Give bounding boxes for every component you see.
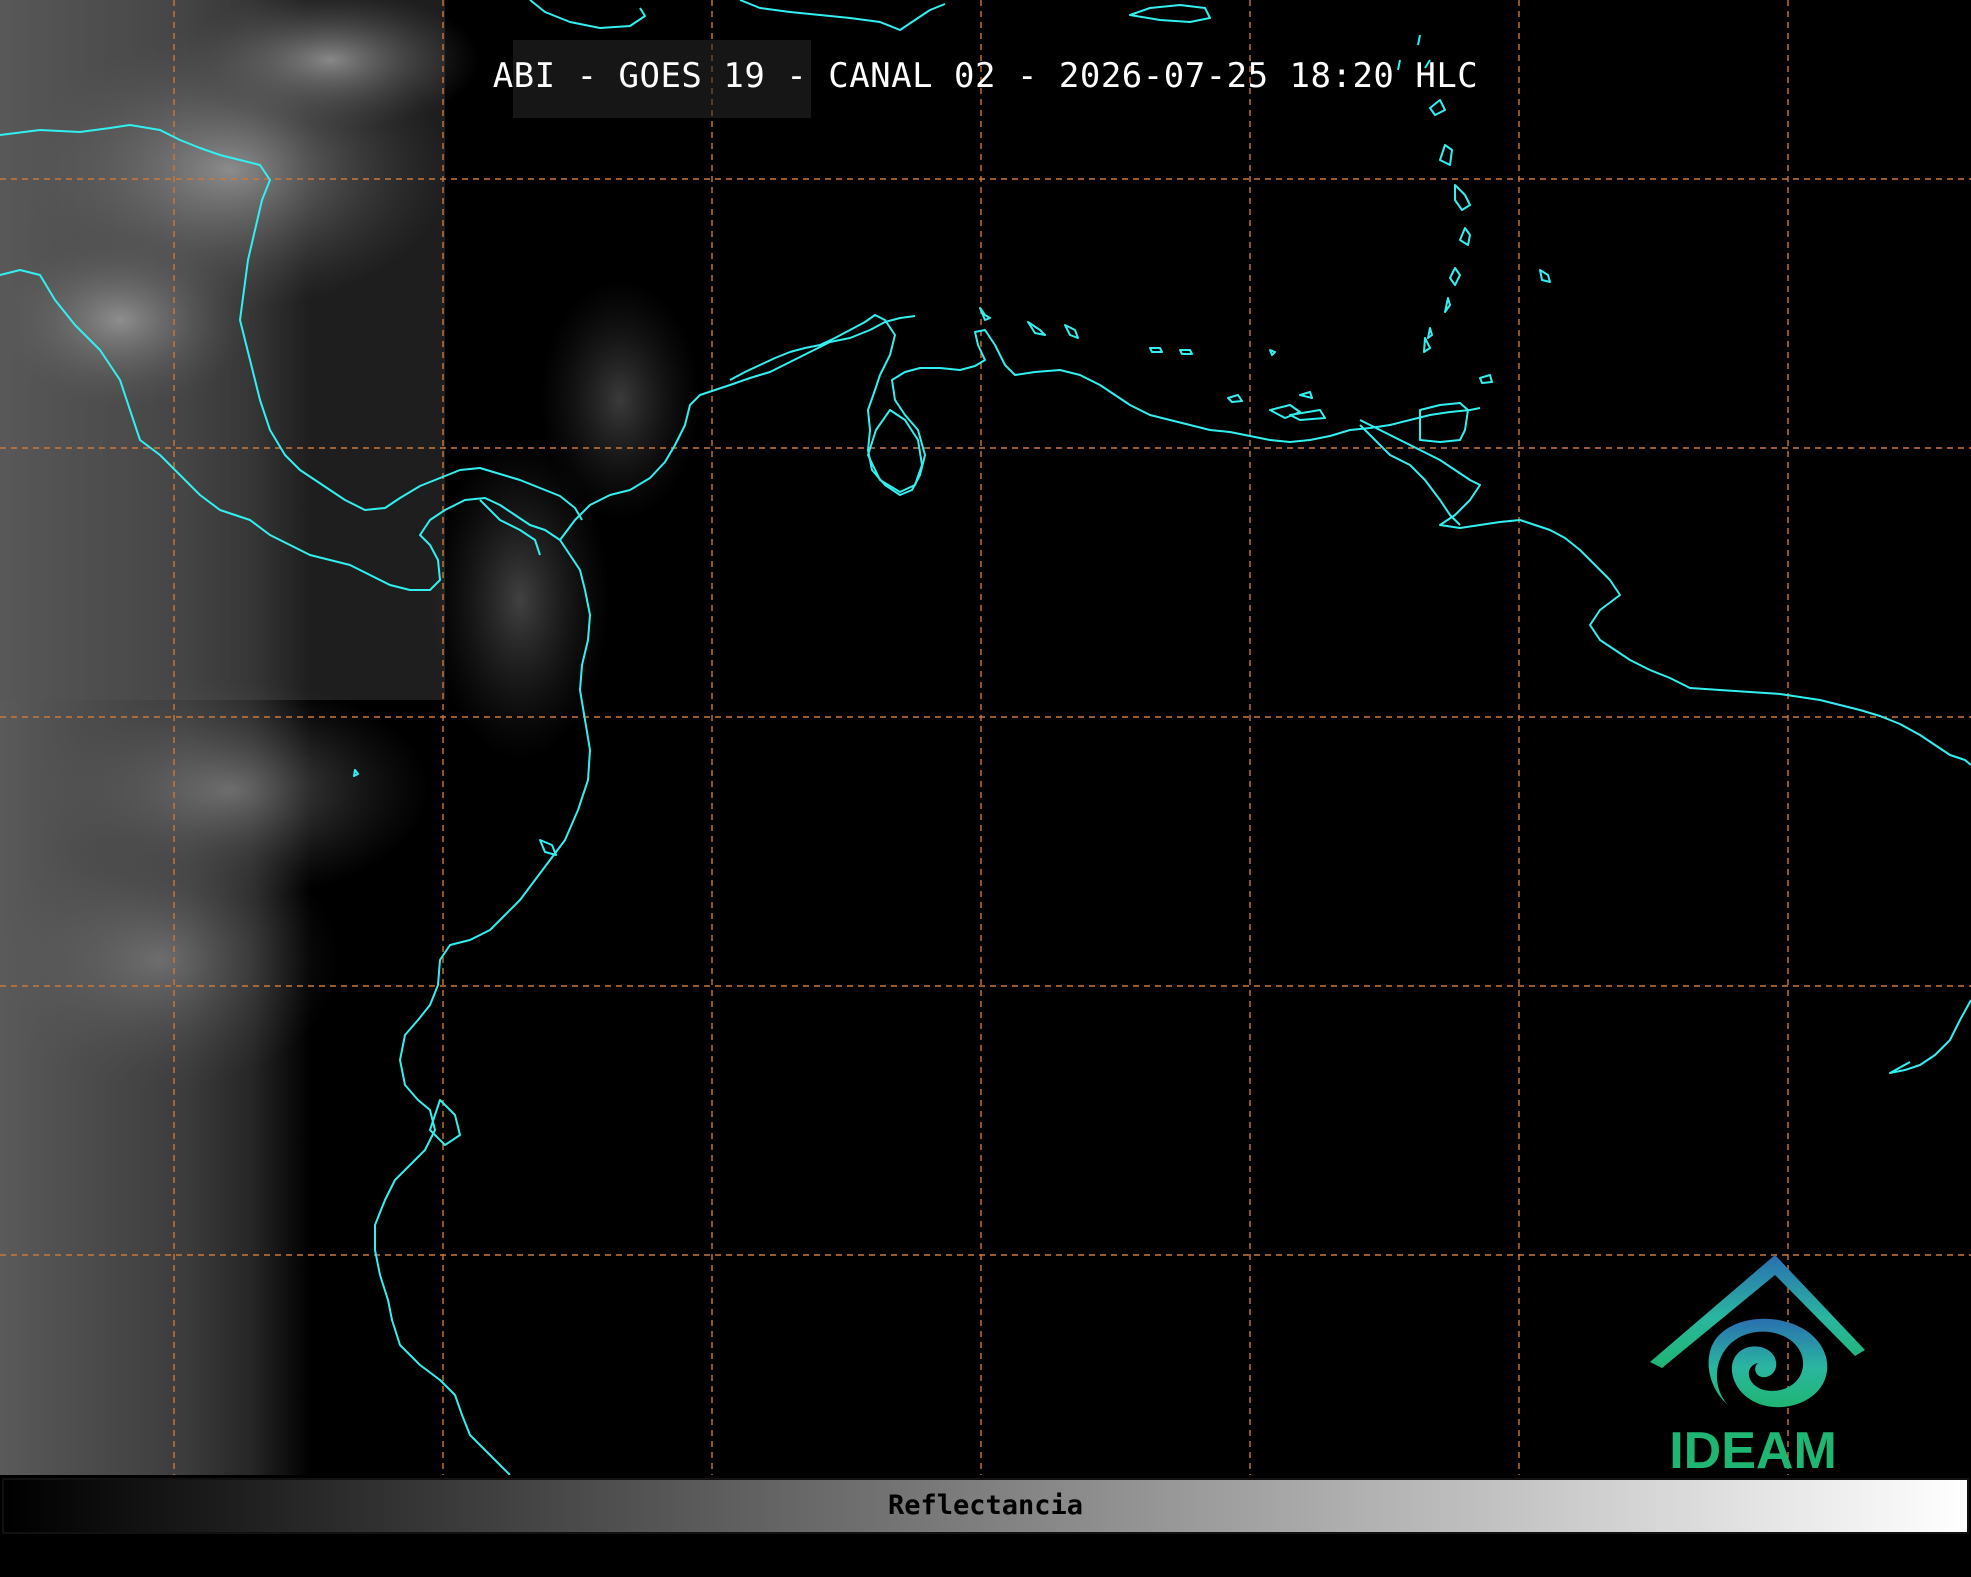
colorbar-tick-label: 0.7 bbox=[1360, 1553, 1398, 1577]
logo-wordmark: IDEAM bbox=[1669, 1422, 1837, 1480]
bright-cloud bbox=[0, 230, 250, 410]
colorbar-label: Reflectancia bbox=[887, 1490, 1084, 1521]
colorbar-tick-label: 0.5 bbox=[967, 1553, 1005, 1577]
map-title: ABI - GOES 19 - CANAL 02 - 2026-07-25 18… bbox=[492, 56, 1479, 96]
satellite-map-figure: ABI - GOES 19 - CANAL 02 - 2026-07-25 18… bbox=[0, 0, 1971, 1577]
ideam-logo: IDEAM bbox=[1650, 1255, 1865, 1480]
bright-cloud bbox=[540, 280, 700, 520]
colorbar-tick-label: 0.3 bbox=[573, 1553, 611, 1577]
colorbar-axis: 0.1 0.3 0.5 0.7 0.9 bbox=[2, 1534, 1969, 1577]
colorbar-tick-label: 0.1 bbox=[180, 1553, 218, 1577]
colorbar-tick-label: 0.9 bbox=[1753, 1553, 1791, 1577]
logo-swirl bbox=[1708, 1318, 1828, 1408]
